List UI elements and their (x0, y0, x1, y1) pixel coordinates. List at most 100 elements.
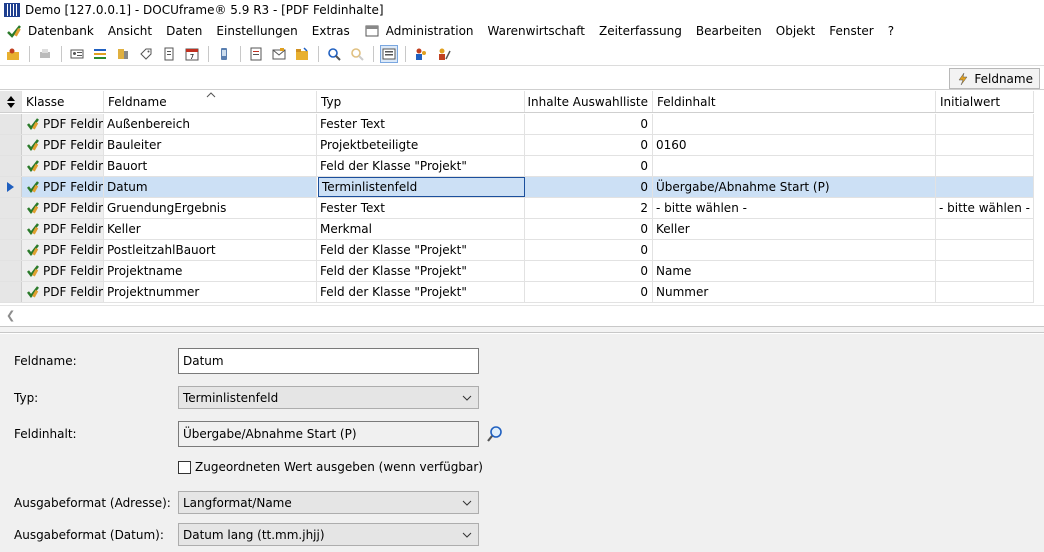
menu-help[interactable]: ? (888, 24, 894, 38)
table-row[interactable]: PDF Feldin Bauleiter Projektbeteiligte 0… (0, 135, 1034, 156)
toolbar-separator (29, 45, 30, 62)
toolbar-document-button[interactable] (160, 45, 178, 63)
toolbar-form-view-button[interactable] (380, 44, 398, 63)
toolbar-print-button[interactable] (36, 45, 54, 63)
cell-typ: Feld der Klasse "Projekt" (317, 282, 525, 302)
toolbar-users-button[interactable] (412, 45, 430, 63)
magnifier-disabled-icon (351, 47, 364, 61)
cell-feldname: Keller (104, 219, 317, 239)
cell-klasse: PDF Feldin (22, 135, 104, 155)
menu-datenbank[interactable]: Datenbank (6, 24, 94, 38)
row-selector[interactable] (0, 282, 22, 302)
feldinhalt-search-button[interactable] (486, 425, 504, 443)
cell-initialwert (936, 135, 1034, 155)
sort-chip-feldname[interactable]: Feldname (949, 68, 1040, 89)
cell-typ: Merkmal (317, 219, 525, 239)
cell-inhalte: 0 (525, 177, 653, 197)
user-edit-icon (439, 48, 451, 60)
row-selector[interactable] (0, 219, 22, 239)
toolbar-folder-button[interactable] (293, 45, 311, 63)
cell-feldinhalt: - bitte wählen - (653, 198, 936, 218)
toolbar-new-button[interactable] (4, 45, 22, 63)
cell-klasse: PDF Feldin (22, 261, 104, 281)
menu-objekt[interactable]: Objekt (776, 24, 815, 38)
folder-person-icon (7, 48, 19, 60)
toolbar-separator (373, 45, 374, 62)
cell-initialwert (936, 156, 1034, 176)
column-header-feldinhalt[interactable]: Feldinhalt (653, 91, 936, 112)
menu-warenwirtschaft[interactable]: Warenwirtschaft (488, 24, 585, 38)
table-row[interactable]: PDF Feldin GruendungErgebnis Fester Text… (0, 198, 1034, 219)
cell-typ: Feld der Klasse "Projekt" (317, 156, 525, 176)
cell-feldinhalt: Name (653, 261, 936, 281)
toolbar-search-disabled-button[interactable] (348, 45, 366, 63)
menu-daten[interactable]: Daten (166, 24, 202, 38)
feldname-label: Feldname: (14, 354, 77, 368)
cell-klasse: PDF Feldin (22, 177, 104, 197)
column-header-feldname[interactable]: Feldname (104, 91, 317, 112)
row-selector[interactable] (0, 156, 22, 176)
users-icon (416, 48, 426, 60)
cell-feldname: Datum (104, 177, 317, 197)
menu-einstellungen[interactable]: Einstellungen (216, 24, 297, 38)
cell-typ-editing[interactable]: Terminlistenfeld (318, 177, 525, 197)
column-header-initialwert[interactable]: Initialwert (936, 91, 1034, 112)
row-selector[interactable] (0, 177, 22, 197)
column-header-typ[interactable]: Typ (317, 91, 525, 112)
feldname-field[interactable]: Datum (178, 348, 479, 374)
menu-zeiterfassung[interactable]: Zeiterfassung (599, 24, 682, 38)
cell-initialwert (936, 240, 1034, 260)
row-selector[interactable] (0, 198, 22, 218)
cell-initialwert (936, 177, 1034, 197)
row-selector[interactable] (0, 114, 22, 134)
toolbar-user-edit-button[interactable] (435, 45, 453, 63)
toolbar-phone-button[interactable] (215, 45, 233, 63)
horizontal-scrollbar[interactable]: ❮ (0, 305, 1044, 325)
pdf-field-icon (27, 223, 39, 236)
envelope-icon (272, 47, 286, 59)
table-row[interactable]: PDF Feldin Bauort Feld der Klasse "Proje… (0, 156, 1034, 177)
toolbar-tag-button[interactable] (137, 45, 155, 63)
toolbar-calendar-button[interactable]: 7 (183, 45, 201, 63)
typ-select[interactable]: Terminlistenfeld (178, 386, 479, 409)
toolbar-separator (318, 45, 319, 62)
column-header-inhalte[interactable]: Inhalte Auswahlliste (525, 91, 653, 112)
table-row-selected[interactable]: PDF Feldin Datum Terminlistenfeld 0 Über… (0, 177, 1034, 198)
title-bar: Demo [127.0.0.1] - DOCUframe® 5.9 R3 - [… (0, 0, 1044, 20)
toolbar-list-button[interactable] (91, 45, 109, 63)
menu-administration[interactable]: Administration (364, 24, 474, 38)
toolbar-separator (61, 45, 62, 62)
scroll-left-icon[interactable]: ❮ (6, 309, 15, 322)
ausgabe-datum-select[interactable]: Datum lang (tt.mm.jhjj) (178, 523, 479, 546)
table-row[interactable]: PDF Feldin Außenbereich Fester Text 0 (0, 114, 1034, 135)
cell-inhalte: 0 (525, 219, 653, 239)
pdf-field-icon (27, 244, 39, 257)
table-row[interactable]: PDF Feldin Projektname Feld der Klasse "… (0, 261, 1034, 282)
table-row[interactable]: PDF Feldin Projektnummer Feld der Klasse… (0, 282, 1034, 303)
row-selector[interactable] (0, 240, 22, 260)
select-all-cell[interactable] (0, 91, 22, 112)
menu-ansicht[interactable]: Ansicht (108, 24, 152, 38)
checkbox-square[interactable] (178, 460, 191, 474)
feldinhalt-field[interactable]: Übergabe/Abnahme Start (P) (178, 421, 479, 447)
table-row[interactable]: PDF Feldin Keller Merkmal 0 Keller (0, 219, 1034, 240)
window-grid-icon (365, 25, 379, 37)
cell-initialwert (936, 219, 1034, 239)
cell-feldinhalt (653, 240, 936, 260)
menu-fenster[interactable]: Fenster (829, 24, 874, 38)
toolbar-note-button[interactable] (247, 45, 265, 63)
cell-klasse: PDF Feldin (22, 282, 104, 302)
row-selector[interactable] (0, 261, 22, 281)
menu-bearbeiten[interactable]: Bearbeiten (696, 24, 762, 38)
toolbar-search-button[interactable] (325, 45, 343, 63)
toolbar-archive-button[interactable] (114, 45, 132, 63)
toolbar-card-button[interactable] (68, 45, 86, 63)
menu-extras[interactable]: Extras (312, 24, 350, 38)
zugeordneten-wert-checkbox[interactable]: Zugeordneten Wert ausgeben (wenn verfügb… (178, 460, 483, 474)
row-selector[interactable] (0, 135, 22, 155)
panel-splitter[interactable] (0, 326, 1044, 333)
column-header-klasse[interactable]: Klasse (22, 91, 104, 112)
table-row[interactable]: PDF Feldin PostleitzahlBauort Feld der K… (0, 240, 1034, 261)
toolbar-mail-button[interactable] (270, 45, 288, 63)
ausgabe-adresse-select[interactable]: Langformat/Name (178, 491, 479, 514)
